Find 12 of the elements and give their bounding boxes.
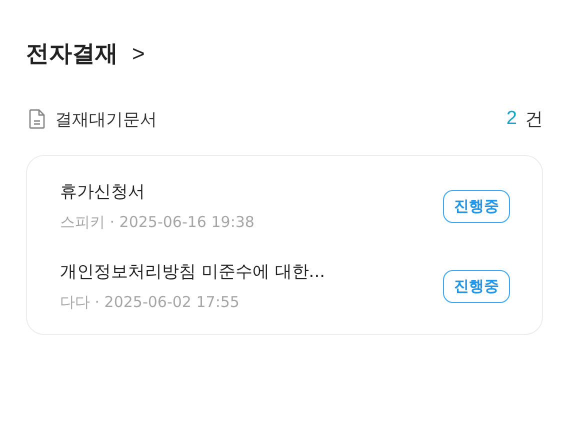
document-title[interactable]: 휴가신청서 xyxy=(60,180,254,203)
status-badge: 진행중 xyxy=(443,270,510,302)
document-meta: 다다 · 2025-06-02 17:55 xyxy=(60,293,240,312)
document-icon xyxy=(29,109,45,129)
count-unit: 건 xyxy=(525,108,543,131)
document-count: 2 xyxy=(506,108,517,130)
document-title[interactable]: 개인정보처리방침 미준수에 대한... xyxy=(60,260,326,283)
section-title[interactable]: 전자결재 xyxy=(26,38,118,69)
status-badge: 진행중 xyxy=(443,190,510,222)
pending-documents-label: 결재대기문서 xyxy=(55,108,157,130)
chevron-link[interactable]: > xyxy=(132,40,145,66)
document-meta: 스피키 · 2025-06-16 19:38 xyxy=(60,213,254,232)
